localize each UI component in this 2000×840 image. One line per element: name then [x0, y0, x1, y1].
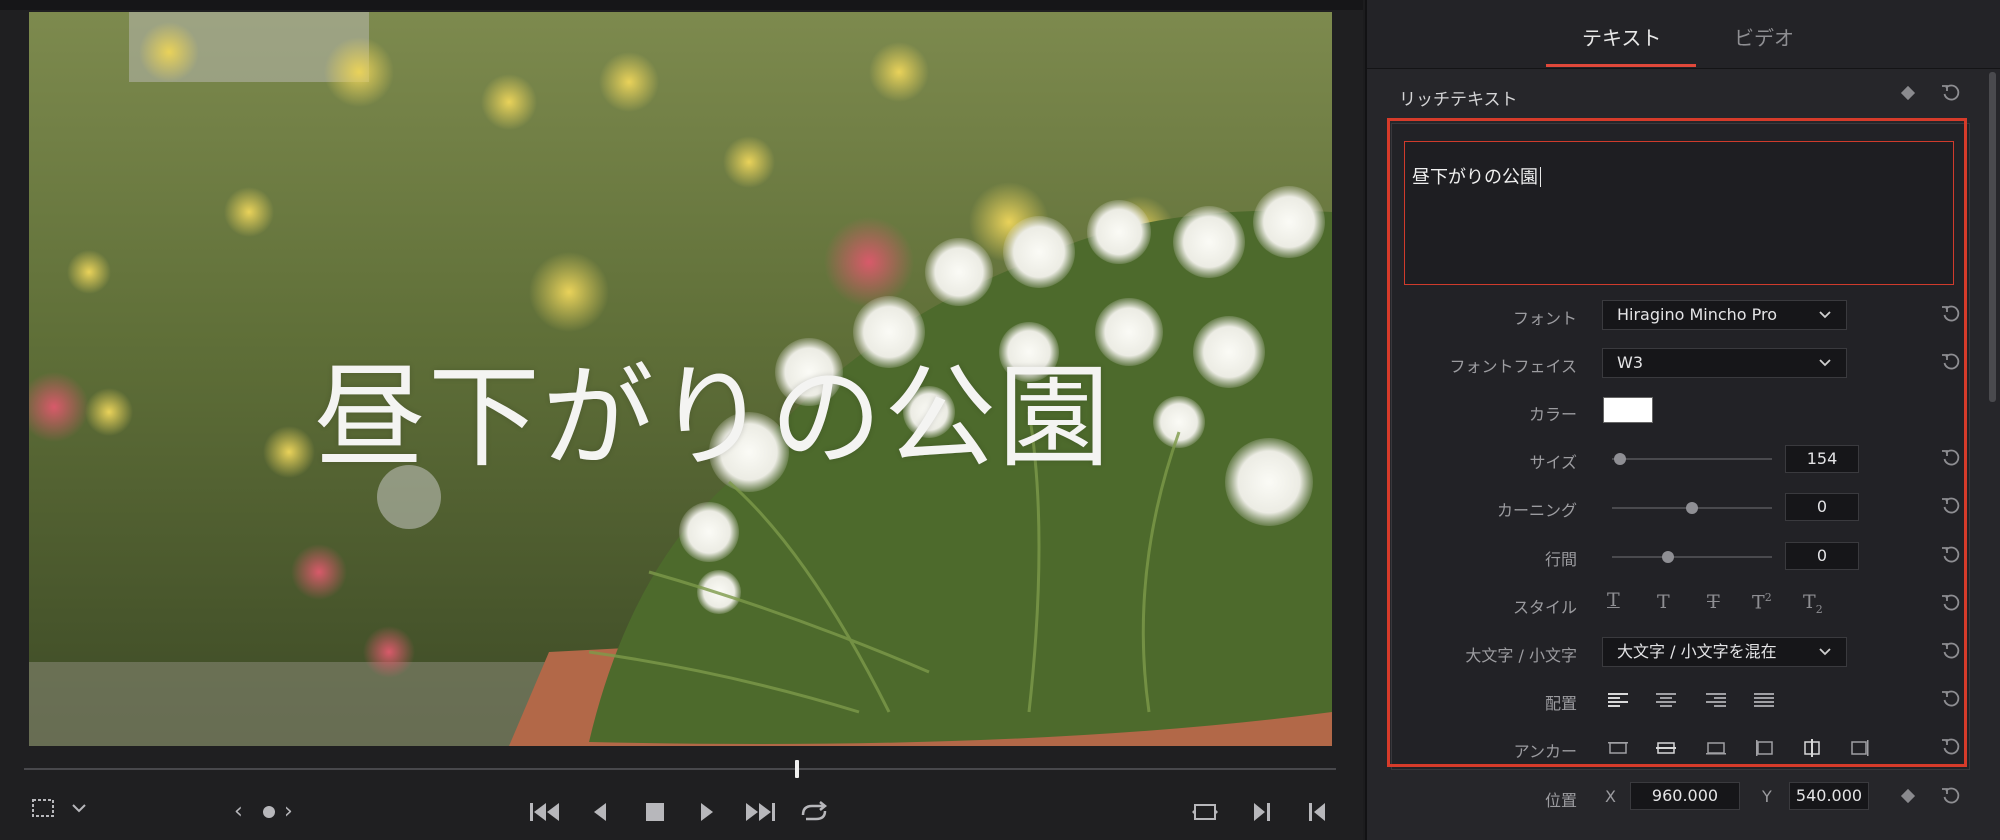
timeline-scrubber[interactable] [24, 768, 1336, 770]
case-label: 大文字 / 小文字 [1465, 646, 1577, 665]
position-x-label: X [1605, 787, 1616, 806]
position-y-label: Y [1762, 787, 1772, 806]
align-justify-icon[interactable] [1753, 690, 1775, 714]
font-dropdown[interactable]: Hiragino Mincho Pro [1602, 300, 1847, 330]
viewer-top-strip [0, 0, 1363, 10]
anchor-right-icon[interactable] [1849, 738, 1871, 762]
kerning-label: カーニング [1496, 501, 1577, 520]
case-dropdown[interactable]: 大文字 / 小文字を混在 [1602, 637, 1847, 667]
font-face-label: フォントフェイス [1449, 357, 1577, 376]
transform-icon[interactable] [30, 797, 56, 819]
chevron-down-icon [1819, 648, 1831, 656]
inspector-panel: テキスト ビデオ リッチテキスト 昼下がりの公園 フォント Hiragino M… [1365, 0, 2000, 840]
color-swatch[interactable] [1603, 397, 1653, 423]
reset-icon[interactable] [1940, 688, 1962, 714]
alignment-label: 配置 [1544, 694, 1577, 713]
font-face-value: W3 [1617, 353, 1643, 372]
inspector-scrollbar[interactable] [1989, 72, 1996, 402]
text-caret [1540, 167, 1541, 187]
reset-icon[interactable] [1940, 82, 1962, 108]
style-subscript-icon[interactable]: T2 [1803, 591, 1823, 616]
text-input-area[interactable]: 昼下がりの公園 [1404, 141, 1954, 285]
tab-text[interactable]: テキスト [1582, 22, 1661, 51]
line-spacing-label: 行間 [1544, 550, 1577, 569]
size-slider-knob[interactable] [1614, 453, 1626, 465]
video-frame[interactable]: 昼下がりの公園 [29, 12, 1332, 746]
style-bold-icon[interactable]: T [1657, 591, 1670, 613]
size-input[interactable]: 154 [1785, 445, 1859, 473]
chevron-down-icon[interactable] [70, 797, 88, 819]
reset-icon[interactable] [1940, 447, 1962, 473]
anchor-bottom-icon[interactable] [1705, 738, 1727, 762]
align-center-icon[interactable] [1655, 690, 1677, 714]
active-tab-indicator [1546, 64, 1696, 67]
play-reverse-icon[interactable] [590, 800, 610, 824]
kerning-slider-knob[interactable] [1686, 502, 1698, 514]
text-input-value: 昼下がりの公園 [1412, 167, 1538, 188]
reset-icon[interactable] [1940, 640, 1962, 666]
keyframe-diamond-icon[interactable] [1900, 788, 1916, 804]
style-label: スタイル [1512, 598, 1577, 617]
chevron-down-icon [1819, 359, 1831, 367]
stop-icon[interactable] [644, 800, 666, 824]
reset-icon[interactable] [1940, 351, 1962, 377]
position-y-input[interactable]: 540.000 [1789, 782, 1869, 810]
case-value: 大文字 / 小文字を混在 [1617, 642, 1777, 661]
reset-icon[interactable] [1940, 592, 1962, 618]
play-icon[interactable] [697, 800, 717, 824]
style-superscript-icon[interactable]: T2 [1752, 591, 1772, 613]
keyframe-diamond-icon[interactable] [1900, 85, 1916, 101]
align-right-icon[interactable] [1705, 690, 1727, 714]
position-label: 位置 [1544, 791, 1577, 810]
position-x-input[interactable]: 960.000 [1630, 782, 1740, 810]
size-slider-track[interactable] [1612, 458, 1772, 460]
nav-dot-icon[interactable] [261, 797, 277, 827]
color-label: カラー [1528, 405, 1577, 424]
line-spacing-slider-knob[interactable] [1662, 551, 1674, 563]
anchor-center-icon[interactable] [1801, 738, 1823, 762]
viewer-panel: 昼下がりの公園 ‹ › [0, 0, 1363, 840]
loop-icon[interactable] [797, 800, 831, 824]
anchor-label: アンカー [1513, 742, 1577, 761]
tab-video[interactable]: ビデオ [1734, 22, 1794, 51]
anchor-left-icon[interactable] [1753, 738, 1775, 762]
align-left-icon[interactable] [1607, 690, 1629, 714]
line-spacing-input[interactable]: 0 [1785, 542, 1859, 570]
match-frame-icon[interactable] [1190, 800, 1220, 824]
line-spacing-slider-track[interactable] [1612, 556, 1772, 558]
font-face-dropdown[interactable]: W3 [1602, 348, 1847, 378]
font-value: Hiragino Mincho Pro [1617, 305, 1778, 324]
playhead[interactable] [795, 760, 799, 778]
size-label: サイズ [1529, 453, 1577, 472]
nav-next-button[interactable]: › [284, 797, 293, 827]
prev-edit-icon[interactable] [1306, 800, 1328, 824]
chevron-down-icon [1819, 311, 1831, 319]
reset-icon[interactable] [1940, 736, 1962, 762]
kerning-input[interactable]: 0 [1785, 493, 1859, 521]
reset-icon[interactable] [1940, 785, 1962, 811]
style-strikethrough-icon[interactable]: T [1707, 591, 1720, 613]
reset-icon[interactable] [1940, 544, 1962, 570]
skip-to-end-icon[interactable] [743, 800, 777, 824]
section-title-rich-text[interactable]: リッチテキスト [1399, 85, 1518, 110]
style-underline-icon[interactable]: T [1607, 589, 1620, 611]
video-title-overlay[interactable]: 昼下がりの公園 [314, 327, 1112, 489]
anchor-top-icon[interactable] [1607, 738, 1629, 762]
reset-icon[interactable] [1940, 303, 1962, 329]
inspector-tabs: テキスト ビデオ [1367, 0, 2000, 69]
next-edit-icon[interactable] [1251, 800, 1273, 824]
skip-to-start-icon[interactable] [528, 800, 562, 824]
anchor-middle-icon[interactable] [1655, 738, 1677, 762]
font-label: フォント [1512, 309, 1577, 328]
reset-icon[interactable] [1940, 495, 1962, 521]
nav-prev-button[interactable]: ‹ [234, 797, 243, 827]
